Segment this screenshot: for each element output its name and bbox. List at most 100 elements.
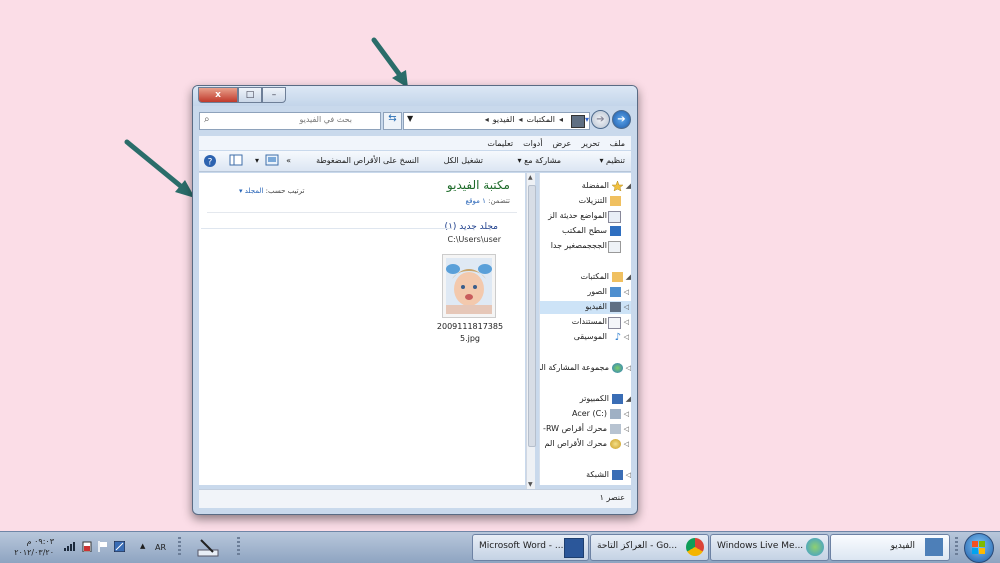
- divider: [207, 212, 517, 213]
- view-options-dropdown-icon[interactable]: ▾: [255, 156, 259, 165]
- file-name[interactable]: 20091118173855.jpg: [435, 321, 505, 345]
- show-hidden-icons-icon[interactable]: ▲: [140, 542, 145, 550]
- forward-button[interactable]: ➔: [591, 110, 610, 129]
- minimize-button[interactable]: –: [262, 87, 286, 103]
- expand-icon[interactable]: ◁: [624, 333, 629, 341]
- svg-text:?: ?: [208, 158, 213, 168]
- collapse-icon[interactable]: ◢: [626, 182, 631, 190]
- folder-icon: [608, 241, 621, 253]
- battery-icon[interactable]: [82, 540, 92, 555]
- organize-button[interactable]: تنظيم ▾: [599, 156, 625, 165]
- nav-downloads[interactable]: التنزيلات: [540, 195, 631, 208]
- chrome-icon: [686, 538, 704, 556]
- nav-computer[interactable]: ◢ الكمبيوتر: [540, 393, 631, 406]
- expand-icon[interactable]: ◁: [626, 364, 631, 372]
- search-placeholder: بحث في الفيديو: [299, 115, 352, 124]
- expand-icon[interactable]: ◁: [626, 471, 631, 479]
- nav-drive-rw[interactable]: ◁ محرك أقراص RW-: [540, 423, 631, 436]
- nav-homegroup[interactable]: ◁ مجموعة المشاركة الم: [540, 362, 631, 375]
- menu-help[interactable]: تعليمات: [487, 139, 513, 148]
- nav-tiny[interactable]: الجججمصغير جدا: [540, 240, 631, 253]
- arrange-by-dropdown[interactable]: المجلد ▾: [239, 187, 263, 195]
- menu-edit[interactable]: تحرير: [581, 139, 599, 148]
- address-bar[interactable]: ▼ ◂ المكتبات ◂ الفيديو ◂: [403, 112, 590, 130]
- nav-drive-c[interactable]: ◁ Acer (C:): [540, 408, 631, 421]
- menu-file[interactable]: ملف: [610, 139, 625, 148]
- search-icon: ⌕: [204, 114, 210, 125]
- file-thumbnail[interactable]: [442, 254, 496, 318]
- quick-launch-icon[interactable]: [196, 536, 220, 561]
- content-pane: مكتبة الفيديو تتضمن: ١ موقع ترتيب حسب: ا…: [199, 173, 525, 485]
- homegroup-icon: [612, 363, 623, 373]
- hard-drive-icon: [610, 409, 621, 419]
- breadcrumb-libraries[interactable]: المكتبات: [526, 115, 555, 124]
- recent-pages-dropdown-icon[interactable]: ▾: [585, 115, 589, 124]
- nav-network[interactable]: ◁ الشبكة: [540, 469, 631, 482]
- toolbar-grip[interactable]: [237, 537, 240, 557]
- messenger-icon: [806, 538, 824, 556]
- nav-favorites[interactable]: ◢ المفضلة: [540, 180, 631, 193]
- taskbar-grip[interactable]: [955, 537, 958, 557]
- burn-button[interactable]: النسخ على الأقراص المضغوطة: [316, 156, 419, 165]
- taskbar-button-chrome[interactable]: العراكز التاحة - Go...: [590, 534, 709, 561]
- nav-pictures[interactable]: ◁ الصور: [540, 286, 631, 299]
- search-input[interactable]: ⌕ بحث في الفيديو: [199, 112, 381, 130]
- help-icon[interactable]: ?: [203, 154, 217, 170]
- recent-places-icon: [608, 211, 621, 223]
- explorer-window: x □ – ⌕ بحث في الفيديو ⇆ ▼ ◂ المكتبات ◂ …: [192, 85, 638, 515]
- nav-videos[interactable]: ◁ الفيديو: [540, 301, 631, 314]
- close-button[interactable]: x: [198, 87, 238, 103]
- nav-drive-dvd[interactable]: ◁ محرك الأقراص الم: [540, 438, 631, 451]
- collapse-icon[interactable]: ◢: [626, 273, 631, 281]
- library-locations-link[interactable]: ١ موقع: [465, 197, 485, 205]
- network-tray-icon[interactable]: [113, 540, 126, 555]
- taskbar-button-word[interactable]: Microsoft Word - ...: [472, 534, 589, 561]
- nav-libraries[interactable]: ◢ المكتبات: [540, 271, 631, 284]
- scroll-up-icon[interactable]: ▲: [528, 174, 533, 181]
- refresh-button[interactable]: ⇆: [383, 112, 402, 130]
- collapse-icon[interactable]: ◢: [626, 395, 631, 403]
- address-row: ⌕ بحث في الفيديو ⇆ ▼ ◂ المكتبات ◂ الفيدي…: [193, 110, 637, 132]
- group-header[interactable]: مجلد جديد (١): [445, 222, 498, 232]
- toolbar-grip[interactable]: [178, 537, 181, 557]
- address-history-dropdown-icon[interactable]: ▼: [407, 114, 413, 123]
- menu-tools[interactable]: أدوات: [523, 139, 542, 148]
- windows-logo-icon: [972, 541, 985, 554]
- library-title: مكتبة الفيديو: [446, 178, 510, 192]
- preview-pane-icon[interactable]: [229, 154, 243, 168]
- breadcrumb-videos[interactable]: الفيديو: [493, 115, 515, 124]
- expand-icon[interactable]: ◁: [624, 440, 629, 448]
- expand-icon[interactable]: ◁: [624, 303, 629, 311]
- start-button[interactable]: [964, 533, 994, 563]
- back-button[interactable]: ➔: [612, 110, 631, 129]
- maximize-button[interactable]: □: [238, 87, 262, 103]
- breadcrumb: ◂ المكتبات ◂ الفيديو ◂: [484, 115, 563, 124]
- expand-icon[interactable]: ◁: [624, 288, 629, 296]
- system-clock[interactable]: ٠٩:٠٣ م ٢٠١٢/٠٣/٢٠: [14, 536, 54, 558]
- taskbar-button-messenger[interactable]: Windows Live Me...: [710, 534, 829, 561]
- nav-music[interactable]: ◁ ♪ الموسيقى: [540, 331, 631, 344]
- back-arrow-icon: ➔: [617, 114, 626, 125]
- arrange-by: ترتيب حسب: المجلد ▾: [239, 187, 305, 195]
- expand-icon[interactable]: ◁: [624, 425, 629, 433]
- expand-icon[interactable]: ◁: [624, 410, 629, 418]
- expand-icon[interactable]: ◁: [624, 318, 629, 326]
- action-center-flag-icon[interactable]: [98, 540, 108, 555]
- nav-scrollbar[interactable]: ▲ ▼: [526, 173, 536, 489]
- taskbar-button-explorer[interactable]: الفيديو: [830, 534, 950, 561]
- nav-recent-places[interactable]: المواضع حديثة الز: [540, 210, 631, 223]
- play-all-button[interactable]: تشغيل الكل: [444, 156, 483, 165]
- share-with-button[interactable]: مشاركة مع ▾: [518, 156, 561, 165]
- downloads-folder-icon: [610, 196, 621, 206]
- signal-bars-icon[interactable]: [64, 541, 76, 554]
- nav-desktop[interactable]: سطح المكتب: [540, 225, 631, 238]
- more-commands-button[interactable]: »: [286, 156, 291, 165]
- menu-view[interactable]: عرض: [552, 139, 571, 148]
- scrollbar-thumb[interactable]: [528, 185, 536, 447]
- language-indicator[interactable]: AR: [155, 543, 166, 552]
- scroll-down-icon[interactable]: ▼: [528, 481, 533, 488]
- group-path: C:\Users\user: [447, 235, 501, 244]
- nav-documents[interactable]: ◁ المستندات: [540, 316, 631, 329]
- change-view-icon[interactable]: [265, 154, 279, 168]
- title-bar[interactable]: x □ –: [193, 86, 637, 106]
